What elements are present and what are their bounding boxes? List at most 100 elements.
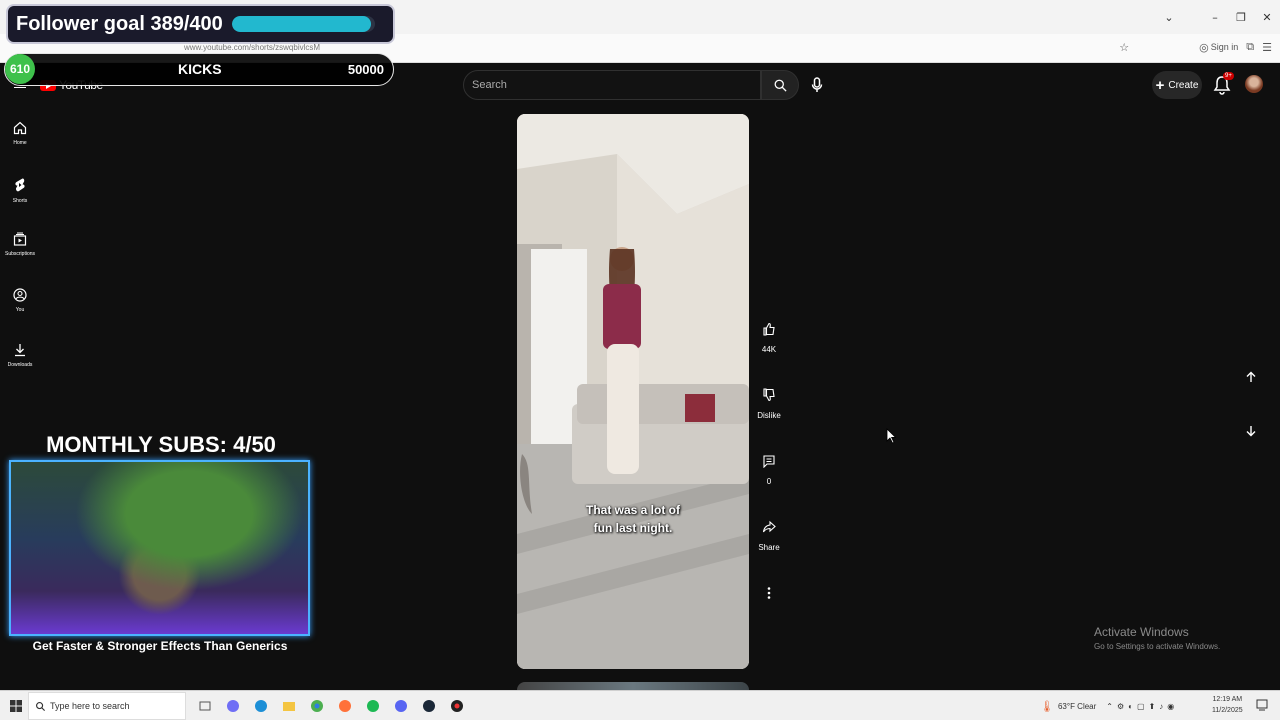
taskbar-search-box[interactable]: Type here to search xyxy=(28,692,186,720)
next-video-button[interactable] xyxy=(1238,418,1264,444)
edge-icon[interactable] xyxy=(250,695,272,717)
share-label: Share xyxy=(758,543,780,552)
thumbs-up-icon xyxy=(763,322,775,336)
comments-button[interactable]: 0 xyxy=(755,448,783,514)
browser-toolbar-right: ☆ ◎ Sign in ⧉ ☰ xyxy=(1119,40,1272,54)
follower-goal-overlay: Follower goal 389/400 xyxy=(6,4,395,44)
system-tray: 🌡 63°F Clear ⌃ ⚙◐▢⬆♪◉ xyxy=(1040,691,1178,720)
search-icon xyxy=(36,701,46,711)
star-icon[interactable]: ☆ xyxy=(1119,41,1129,54)
discord-icon[interactable] xyxy=(390,695,412,717)
notification-center-icon[interactable] xyxy=(1256,699,1268,711)
activate-title: Activate Windows xyxy=(1094,625,1189,639)
shorts-actions: 44K Dislike 0 Share xyxy=(755,316,783,646)
search-button[interactable] xyxy=(761,70,799,100)
video-frame xyxy=(517,114,749,669)
file-explorer-icon[interactable] xyxy=(278,695,300,717)
copilot-icon[interactable] xyxy=(222,695,244,717)
sidebar-item-label: Downloads xyxy=(7,362,33,368)
kicks-label: KICKS xyxy=(178,61,222,77)
sidebar-item-you[interactable]: You xyxy=(0,280,40,336)
plus-icon: + xyxy=(1155,76,1165,94)
chevron-down-icon[interactable]: ⌄ xyxy=(1156,11,1182,24)
windows-start-icon[interactable] xyxy=(10,700,22,712)
search-box xyxy=(463,70,761,100)
taskbar-search-placeholder: Type here to search xyxy=(50,701,130,711)
spotify-icon[interactable] xyxy=(362,695,384,717)
obs-icon[interactable] xyxy=(446,695,468,717)
monthly-subs-overlay: MONTHLY SUBS: 4/50 xyxy=(46,432,276,457)
follower-goal-progress-bar xyxy=(231,16,375,32)
avatar[interactable] xyxy=(1245,75,1263,93)
sidebar-item-home[interactable]: Home xyxy=(0,113,40,169)
task-view-icon[interactable] xyxy=(194,695,216,717)
arrow-down-icon xyxy=(1246,426,1256,437)
search-input[interactable] xyxy=(464,71,760,99)
sidebar-item-label: You xyxy=(15,306,25,313)
screen: ⌄ – ❐ ✕ www.youtube.com/shorts/zswqbivlc… xyxy=(0,0,1280,720)
chrome-icon[interactable] xyxy=(306,695,328,717)
create-label: Create xyxy=(1168,79,1199,91)
comments-count: 0 xyxy=(766,477,772,486)
address-bar[interactable]: www.youtube.com/shorts/zswqbivlcsM xyxy=(184,43,320,52)
previous-video-button[interactable] xyxy=(1238,364,1264,390)
clock-date: 11/2/2025 xyxy=(1212,707,1243,714)
arrow-up-icon xyxy=(1246,371,1256,382)
download-icon xyxy=(15,344,25,357)
caption-line-2: fun last night. xyxy=(593,521,673,535)
sidebar-item-subscriptions[interactable]: Subscriptions xyxy=(0,224,40,280)
taskbar-clock[interactable]: 12:19 AM 11/2/2025 xyxy=(1212,694,1243,716)
sidebar-item-label: Shorts xyxy=(12,197,28,204)
sidebar-item-shorts[interactable]: Shorts xyxy=(0,169,40,225)
activate-subtitle: Go to Settings to activate Windows. xyxy=(1094,642,1221,651)
taskbar-apps xyxy=(194,695,468,717)
kicks-overlay: 610 KICKS 50000 xyxy=(4,53,394,86)
dislike-button[interactable]: Dislike xyxy=(755,382,783,448)
search-icon xyxy=(774,79,787,92)
voice-search-button[interactable] xyxy=(803,70,831,100)
more-vert-icon xyxy=(767,587,771,599)
browser-menu-icon[interactable]: ☰ xyxy=(1262,41,1272,54)
extensions-icon[interactable]: ⧉ xyxy=(1246,40,1254,54)
more-actions-button[interactable] xyxy=(755,580,783,646)
firefox-icon[interactable] xyxy=(334,695,356,717)
sidebar-item-label: Subscriptions xyxy=(4,251,35,257)
promo-text: Get Faster & Stronger Effects Than Gener… xyxy=(32,639,288,653)
shorts-video-player[interactable]: That was a lot of fun last night. xyxy=(517,114,749,669)
steam-icon[interactable] xyxy=(418,695,440,717)
window-controls: ⌄ – ❐ ✕ xyxy=(1156,0,1280,34)
restore-icon[interactable]: ❐ xyxy=(1228,11,1254,24)
tray-icons[interactable]: ⚙◐▢⬆♪◉ xyxy=(1117,702,1178,711)
account-icon[interactable]: ◎ xyxy=(1199,41,1209,54)
sidebar-item-downloads[interactable]: Downloads xyxy=(0,335,40,391)
weather-text[interactable]: 63°F Clear xyxy=(1058,702,1096,711)
sidebar: Home Shorts Subscriptions You Downloads xyxy=(0,113,40,391)
dislike-label: Dislike xyxy=(757,411,781,420)
comment-icon xyxy=(763,455,775,468)
close-icon[interactable]: ✕ xyxy=(1254,11,1280,24)
create-button[interactable]: + Create xyxy=(1152,71,1202,99)
thumbs-down-icon xyxy=(763,388,775,402)
share-icon xyxy=(762,520,776,533)
like-button[interactable]: 44K xyxy=(755,316,783,382)
minimize-icon[interactable]: – xyxy=(1202,11,1228,24)
caption-line-1: That was a lot of xyxy=(585,503,680,517)
share-button[interactable]: Share xyxy=(755,514,783,580)
home-icon xyxy=(13,121,27,135)
webcam-feed xyxy=(9,460,310,636)
kicks-count: 610 xyxy=(5,54,35,84)
kicks-target: 50000 xyxy=(347,62,384,77)
like-count: 44K xyxy=(761,345,777,354)
weather-icon[interactable]: 🌡 xyxy=(1040,700,1054,713)
activate-windows-watermark: Activate Windows Go to Settings to activ… xyxy=(1094,625,1220,651)
windows-taskbar: Type here to search 🌡 63°F Clear ⌃ ⚙◐▢⬆♪… xyxy=(0,690,1280,720)
sidebar-item-label: Home xyxy=(13,140,27,146)
subscriptions-icon xyxy=(13,232,27,246)
shorts-icon xyxy=(15,177,25,191)
sign-in-button[interactable]: Sign in xyxy=(1211,42,1239,52)
microphone-icon xyxy=(811,77,823,92)
clock-time: 12:19 AM xyxy=(1212,696,1243,703)
follower-goal-text: Follower goal 389/400 xyxy=(16,12,223,35)
tray-overflow-icon[interactable]: ⌃ xyxy=(1106,702,1113,711)
notification-badge: 9+ xyxy=(1223,72,1234,80)
